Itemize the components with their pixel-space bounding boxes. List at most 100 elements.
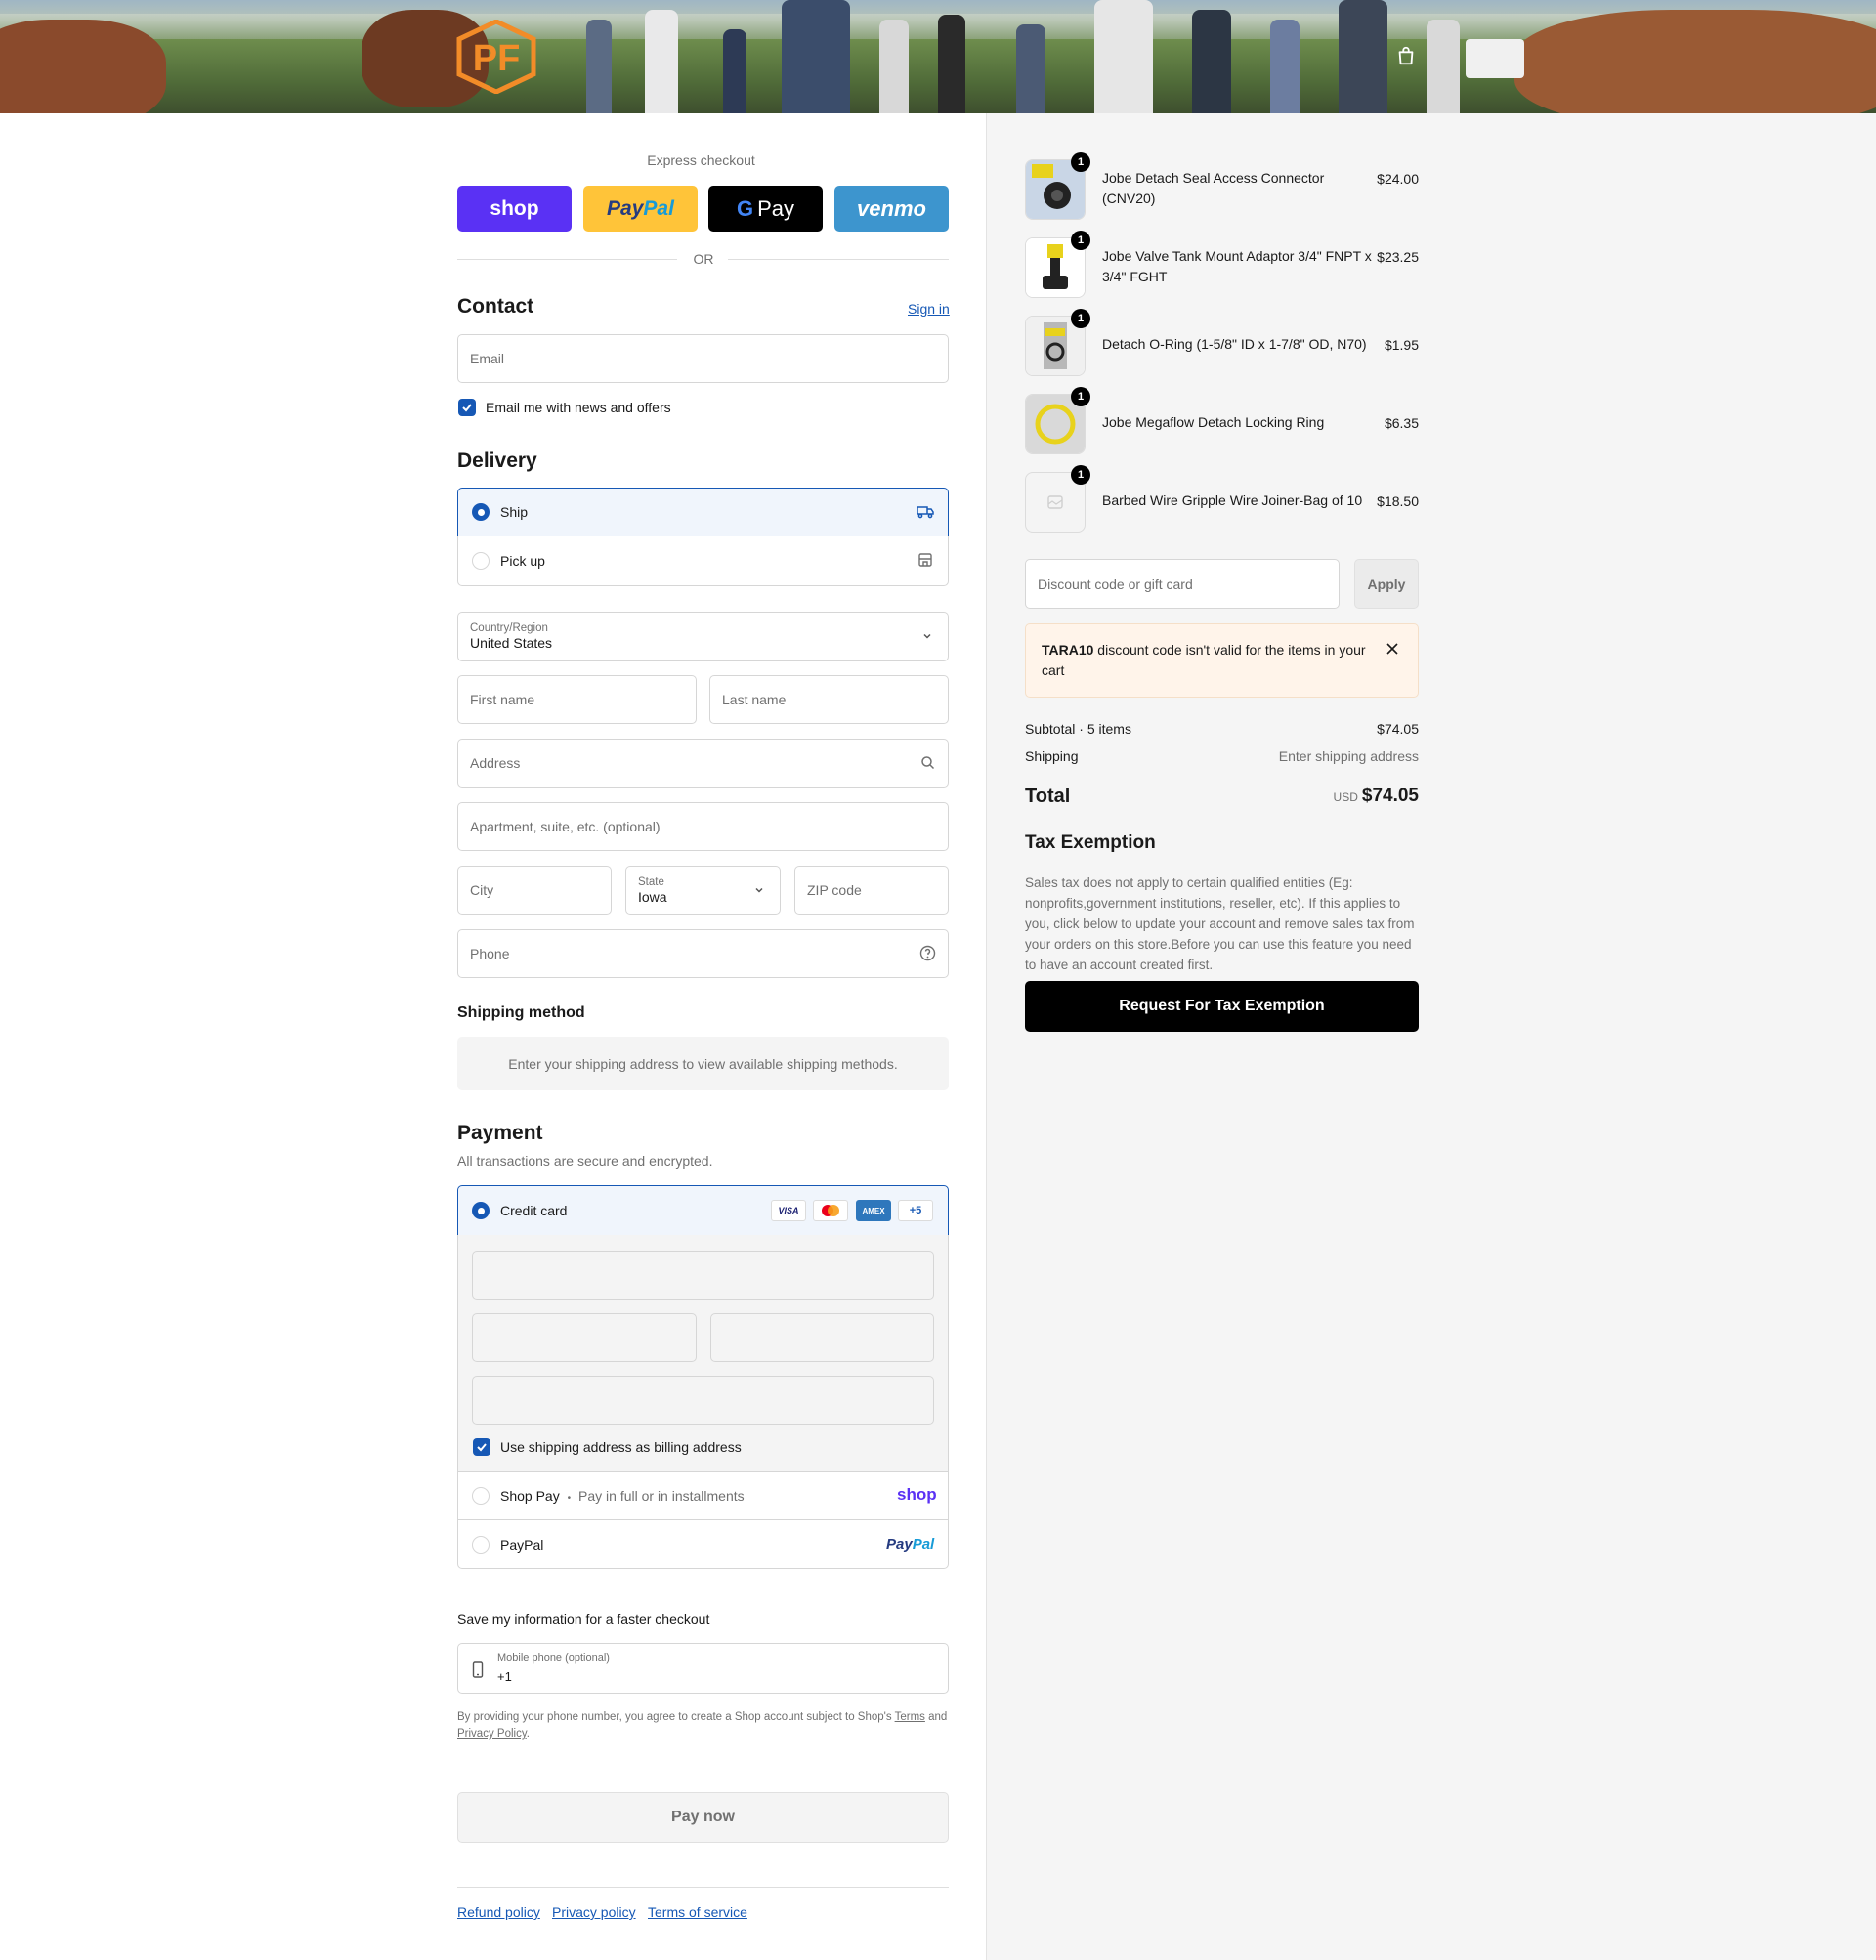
city-field[interactable]: City: [457, 866, 612, 915]
apply-discount-button[interactable]: Apply: [1354, 559, 1419, 609]
close-icon[interactable]: [1386, 642, 1399, 656]
address-field[interactable]: Address: [457, 739, 949, 788]
product-name: Jobe Megaflow Detach Locking Ring: [1102, 414, 1325, 430]
banner-cow-right: [1514, 10, 1876, 113]
refund-policy-link[interactable]: Refund policy: [457, 1904, 540, 1920]
country-select[interactable]: Country/Region United States: [457, 612, 949, 661]
credit-card-label: Credit card: [500, 1203, 568, 1218]
order-summary-panel: [986, 113, 1876, 1960]
banner-person: [1270, 20, 1300, 113]
email-field[interactable]: Email: [457, 334, 949, 383]
chevron-down-icon: [923, 633, 931, 639]
paypal-label: PayPal: [500, 1537, 544, 1553]
quantity-badge: 1: [1071, 231, 1090, 250]
google-icon: G: [736, 195, 754, 221]
mobile-phone-field[interactable]: [457, 1643, 949, 1694]
banner-person: [1016, 24, 1045, 113]
apartment-field[interactable]: Apartment, suite, etc. (optional): [457, 802, 949, 851]
quantity-badge: 1: [1071, 309, 1090, 328]
card-cvv-field[interactable]: [710, 1313, 934, 1362]
banner-person: [645, 10, 678, 113]
check-icon: [477, 1443, 487, 1452]
contact-heading: Contact: [457, 295, 534, 318]
privacy-policy-link[interactable]: Privacy policy: [552, 1904, 636, 1920]
shop-pay-logo: shop: [897, 1485, 937, 1504]
venmo-button[interactable]: venmo: [834, 186, 949, 232]
phone-field[interactable]: Phone: [457, 929, 949, 978]
zip-field[interactable]: ZIP code: [794, 866, 949, 915]
store-logo[interactable]: PF: [455, 20, 537, 94]
more-cards-badge: +5: [898, 1200, 933, 1221]
product-price: $18.50: [1377, 493, 1419, 509]
product-thumbnail: 1: [1025, 465, 1090, 533]
shop-pay-label: Shop Pay • Pay in full or in installment…: [500, 1488, 745, 1504]
card-expiry-field[interactable]: [472, 1313, 697, 1362]
search-icon: [921, 756, 935, 770]
banner-cow-left: [0, 20, 166, 113]
credit-card-radio[interactable]: [472, 1202, 490, 1219]
payment-subtitle: All transactions are secure and encrypte…: [457, 1153, 713, 1169]
product-name: Jobe Valve Tank Mount Adaptor 3/4" FNPT …: [1102, 248, 1372, 284]
last-name-field[interactable]: Last name: [709, 675, 949, 724]
shop-pay-radio[interactable]: [472, 1487, 490, 1505]
quantity-badge: 1: [1071, 387, 1090, 406]
billing-same-checkbox[interactable]: [473, 1438, 490, 1456]
delivery-heading: Delivery: [457, 449, 537, 472]
first-name-field[interactable]: First name: [457, 675, 697, 724]
product-price: $6.35: [1384, 415, 1419, 431]
quantity-badge: 1: [1071, 465, 1090, 485]
divider: [728, 259, 949, 260]
total-value: USD $74.05: [1333, 786, 1419, 806]
paypal-button[interactable]: Pay Pal: [583, 186, 698, 232]
pickup-label: Pick up: [500, 553, 545, 569]
billing-same-label: Use shipping address as billing address: [500, 1439, 742, 1455]
shipping-value: Enter shipping address: [1278, 748, 1419, 764]
total-label: Total: [1025, 786, 1071, 807]
shop-legal-text: By providing your phone number, you agre…: [457, 1711, 948, 1740]
divider: [457, 259, 677, 260]
terms-link[interactable]: Terms: [895, 1711, 925, 1723]
product-name: Barbed Wire Gripple Wire Joiner-Bag of 1…: [1102, 492, 1363, 508]
product-thumbnail: 1: [1025, 231, 1090, 298]
shopping-bag-icon[interactable]: [1395, 45, 1417, 66]
pickup-radio[interactable]: [472, 552, 490, 570]
subtotal-label: Subtotal · 5 items: [1025, 721, 1131, 737]
request-tax-exemption-button[interactable]: Request For Tax Exemption: [1025, 981, 1419, 1032]
pay-now-button[interactable]: Pay now: [457, 1792, 949, 1843]
tax-exemption-text: Sales tax does not apply to certain qual…: [1025, 875, 1415, 972]
shipping-method-heading: Shipping method: [457, 1004, 585, 1021]
store-icon: [918, 553, 932, 567]
discount-error-text: TARA10 discount code isn't valid for the…: [1042, 642, 1366, 678]
ship-radio[interactable]: [472, 503, 490, 521]
banner-person: [1339, 0, 1387, 113]
card-number-field[interactable]: [472, 1251, 934, 1300]
or-label: OR: [693, 251, 714, 267]
help-icon[interactable]: [919, 945, 936, 961]
newsletter-label: Email me with news and offers: [486, 400, 671, 415]
card-name-field[interactable]: [472, 1376, 934, 1425]
paypal-logo: PayPal: [886, 1536, 935, 1553]
banner-person: [782, 0, 850, 113]
ship-label: Ship: [500, 504, 529, 520]
banner-person: [1094, 0, 1153, 113]
shop-pay-button[interactable]: shop: [457, 186, 572, 232]
paypal-radio[interactable]: [472, 1536, 490, 1554]
mobile-phone-value: +1: [497, 1669, 512, 1683]
currency-code: USD: [1333, 790, 1358, 804]
product-name: Jobe Detach Seal Access Connector (CNV20…: [1102, 170, 1325, 206]
mobile-icon: [472, 1661, 484, 1678]
discount-code-field[interactable]: Discount code or gift card: [1025, 559, 1340, 609]
newsletter-checkbox[interactable]: [458, 399, 476, 416]
google-pay-button[interactable]: G Pay: [708, 186, 823, 232]
sign-in-link[interactable]: Sign in: [908, 301, 950, 317]
header-banner: PF: [0, 0, 1876, 113]
banner-person: [1427, 20, 1460, 113]
ship-option[interactable]: [457, 488, 949, 537]
payment-heading: Payment: [457, 1122, 543, 1144]
amex-icon: AMEX: [856, 1200, 891, 1221]
banner-person: [879, 20, 909, 113]
terms-of-service-link[interactable]: Terms of service: [648, 1904, 747, 1920]
product-price: $1.95: [1384, 337, 1419, 353]
privacy-link[interactable]: Privacy Policy: [457, 1728, 527, 1740]
product-price: $24.00: [1377, 171, 1419, 187]
